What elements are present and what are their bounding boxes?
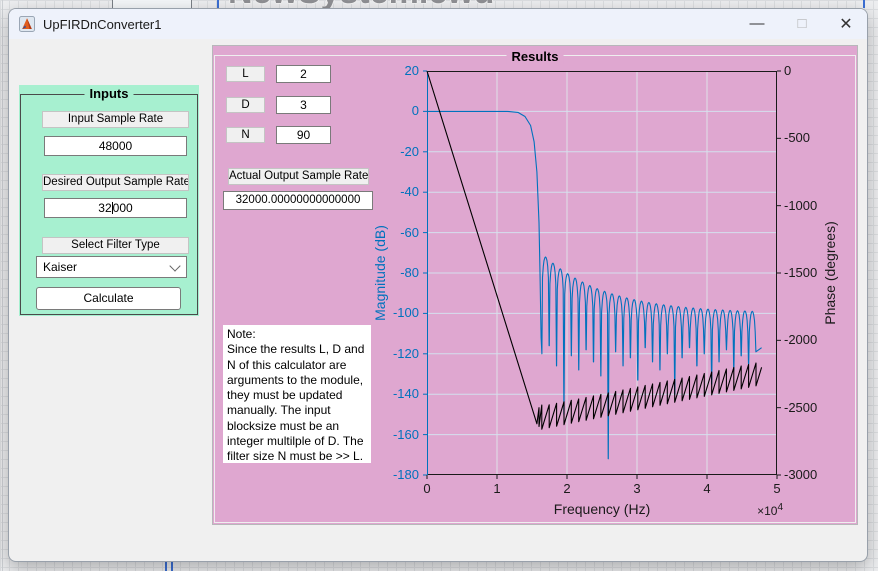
value-before-caret: 32 <box>98 201 111 215</box>
value-after-caret: 000 <box>113 201 133 215</box>
x-tick: 3 <box>617 481 657 497</box>
y-left-tick: 20 <box>369 63 419 79</box>
l-label: L <box>226 66 265 82</box>
y-right-axis-label: Phase (degrees) <box>822 221 838 325</box>
filter-response-plot <box>427 71 777 475</box>
background-ruler-tick <box>165 561 167 571</box>
matlab-app-icon <box>19 16 35 32</box>
results-panel-title: Results <box>507 49 564 64</box>
x-tick: 1 <box>477 481 517 497</box>
select-filter-type-label: Select Filter Type <box>42 237 189 254</box>
close-button[interactable]: ✕ <box>827 9 865 38</box>
y-left-tick: -20 <box>369 144 419 160</box>
x-tick: 0 <box>407 481 447 497</box>
title-bar[interactable]: UpFIRDnConverter1 — □ ✕ <box>9 9 867 39</box>
x-axis-multiplier: ×104 <box>737 502 783 518</box>
n-label: N <box>226 127 265 143</box>
y-left-tick: -120 <box>369 346 419 362</box>
chevron-down-icon <box>169 260 180 271</box>
maximize-button[interactable]: □ <box>783 9 821 38</box>
y-left-tick: -160 <box>369 427 419 443</box>
y-left-axis-label: Magnitude (dB) <box>372 225 388 321</box>
background-grid-line <box>863 0 865 8</box>
background-cursor-line <box>217 0 219 8</box>
filter-type-dropdown[interactable]: Kaiser <box>36 256 187 278</box>
d-value-field[interactable]: 3 <box>276 96 331 114</box>
filter-type-selected-value: Kaiser <box>43 260 77 274</box>
y-left-tick: -140 <box>369 386 419 402</box>
n-value-field[interactable]: 90 <box>276 126 331 144</box>
d-label: D <box>226 97 265 113</box>
multiplier-base: ×10 <box>757 504 777 518</box>
inputs-panel-title: Inputs <box>85 86 134 101</box>
note-text: Note: Since the results L, D and N of th… <box>223 325 371 463</box>
x-tick: 2 <box>547 481 587 497</box>
background-ruler-tick <box>171 561 173 571</box>
y-right-tick: -2000 <box>784 332 838 348</box>
actual-output-sample-rate-field[interactable]: 32000.00000000000000 <box>223 191 373 210</box>
l-value-field[interactable]: 2 <box>276 65 331 83</box>
desired-output-sample-rate-field[interactable]: 32000 <box>44 198 187 218</box>
input-sample-rate-label: Input Sample Rate <box>42 111 189 128</box>
desired-output-sample-rate-label: Desired Output Sample Rate <box>42 174 189 191</box>
calculate-button[interactable]: Calculate <box>36 287 181 310</box>
minimize-button[interactable]: — <box>738 9 776 38</box>
window-title: UpFIRDnConverter1 <box>43 17 162 32</box>
x-tick: 5 <box>757 481 797 497</box>
x-tick: 4 <box>687 481 727 497</box>
x-axis-label: Frequency (Hz) <box>512 501 692 517</box>
y-left-tick: -40 <box>369 184 419 200</box>
screen: 1 found NewSystem.cwd UpFIRDnConverter1 … <box>0 0 878 571</box>
y-right-tick: -2500 <box>784 400 838 416</box>
y-right-tick: -1000 <box>784 198 838 214</box>
multiplier-exponent: 4 <box>777 502 783 513</box>
app-window: UpFIRDnConverter1 — □ ✕ Inputs Input Sam… <box>8 8 868 562</box>
input-sample-rate-field[interactable]: 48000 <box>44 136 187 156</box>
y-left-tick: 0 <box>369 103 419 119</box>
background-edge-line <box>2 0 3 571</box>
actual-output-sample-rate-label: Actual Output Sample Rate <box>228 168 369 185</box>
y-right-tick: -500 <box>784 130 838 146</box>
y-right-tick: 0 <box>784 63 838 79</box>
